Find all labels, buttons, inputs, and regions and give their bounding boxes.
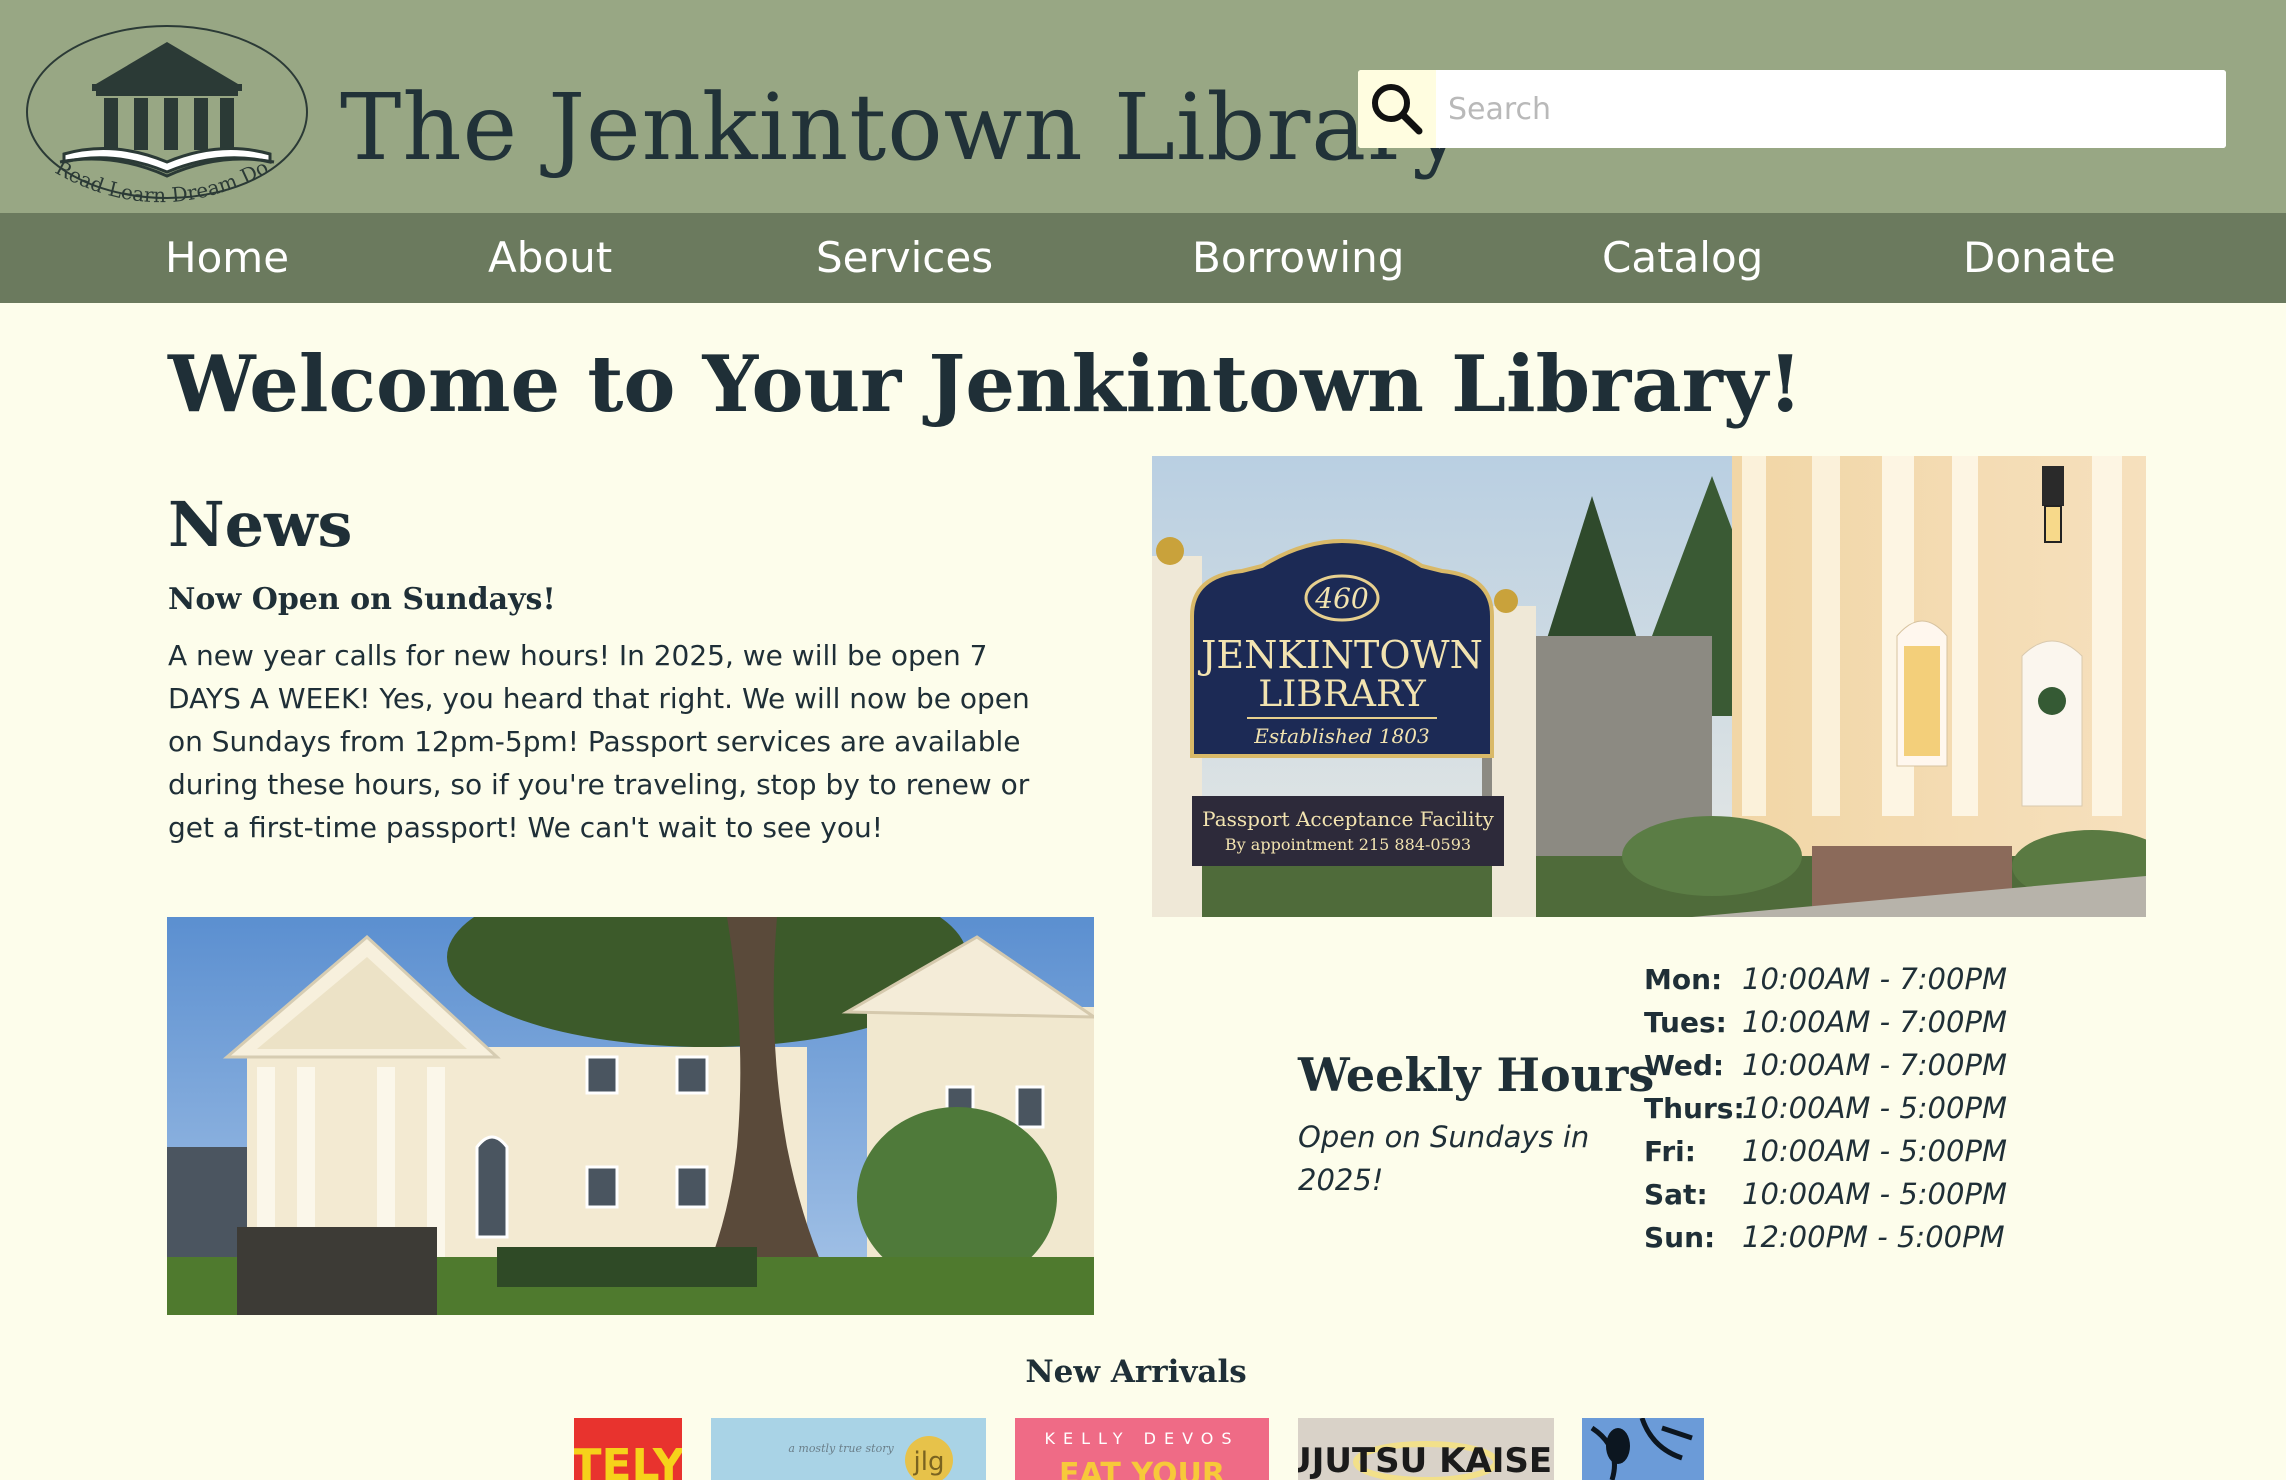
hours-day: Thurs: [1644, 1092, 1745, 1125]
book-cover-title: EAT YOUR [1059, 1457, 1225, 1480]
nav-borrowing[interactable]: Borrowing [1192, 213, 1404, 303]
hours-day: Fri: [1644, 1135, 1696, 1168]
library-logo[interactable]: Read Learn Dream Do [24, 22, 310, 210]
search-input[interactable] [1436, 70, 2226, 148]
book-cover-3[interactable]: KELLY DEVOS EAT YOUR [1015, 1418, 1269, 1480]
library-building-photo [167, 917, 1094, 1315]
hours-heading: Weekly Hours [1298, 1048, 1655, 1102]
book-cover-badge: jlg [913, 1447, 945, 1477]
nav-services[interactable]: Services [816, 213, 993, 303]
hours-note: Open on Sundays in 2025! [1298, 1120, 1590, 1197]
book-cover-text: a mostly true story [788, 1442, 894, 1455]
sign-number: 460 [1314, 582, 1368, 615]
nav-donate[interactable]: Donate [1963, 213, 2116, 303]
hours-time: 10:00AM - 5:00PM [1742, 1177, 2007, 1211]
site-header: Read Learn Dream Do The Jenkintown Libra… [0, 0, 2286, 213]
new-arrivals-heading: New Arrivals [1025, 1354, 1247, 1390]
page-title: Welcome to Your Jenkintown Library! [168, 339, 1803, 430]
nav-home[interactable]: Home [165, 213, 289, 303]
sign-name-line1: JENKINTOWN [1197, 633, 1483, 677]
sign-passport-line1: Passport Acceptance Facility [1202, 807, 1494, 831]
sign-name-line2: LIBRARY [1258, 674, 1427, 715]
book-cover-text: TELY [574, 1440, 682, 1480]
book-cover-4[interactable]: JUJUTSU KAISEN [1298, 1418, 1554, 1480]
hours-day: Wed: [1644, 1049, 1725, 1082]
nav-catalog[interactable]: Catalog [1602, 213, 1763, 303]
hours-time: 10:00AM - 5:00PM [1742, 1134, 2007, 1168]
hours-day: Sat: [1644, 1178, 1708, 1211]
book-cover-text: JUJUTSU KAISEN [1298, 1441, 1554, 1480]
site-title[interactable]: The Jenkintown Library [340, 68, 1465, 188]
main-nav: Home About Services Borrowing Catalog Do… [0, 213, 2286, 303]
search-box [1358, 70, 2226, 148]
news-body: A new year calls for new hours! In 2025,… [168, 639, 1030, 844]
hours-day: Tues: [1644, 1006, 1727, 1039]
book-cover-2[interactable]: a mostly true story jlg [711, 1418, 986, 1480]
hours-time: 12:00PM - 5:00PM [1742, 1220, 2005, 1254]
hours-time: 10:00AM - 7:00PM [1742, 1048, 2007, 1082]
news-heading: News [168, 488, 353, 561]
hours-day: Sun: [1644, 1221, 1716, 1254]
book-cover-author: KELLY DEVOS [1044, 1429, 1239, 1448]
hours-time: 10:00AM - 5:00PM [1742, 1091, 2007, 1125]
sign-established: Established 1803 [1253, 724, 1429, 748]
nav-about[interactable]: About [488, 213, 612, 303]
hours-day: Mon: [1644, 963, 1723, 996]
news-subheading: Now Open on Sundays! [168, 582, 556, 617]
library-sign-photo: 460 JENKINTOWN LIBRARY Established 1803 … [1152, 456, 2146, 917]
book-cover-5[interactable] [1582, 1418, 1704, 1480]
sign-passport-line2: By appointment 215 884-0593 [1225, 835, 1471, 854]
hours-time: 10:00AM - 7:00PM [1742, 962, 2007, 996]
book-cover-1[interactable]: TELY [574, 1418, 682, 1480]
hours-time: 10:00AM - 7:00PM [1742, 1005, 2007, 1039]
search-icon[interactable] [1358, 70, 1436, 148]
